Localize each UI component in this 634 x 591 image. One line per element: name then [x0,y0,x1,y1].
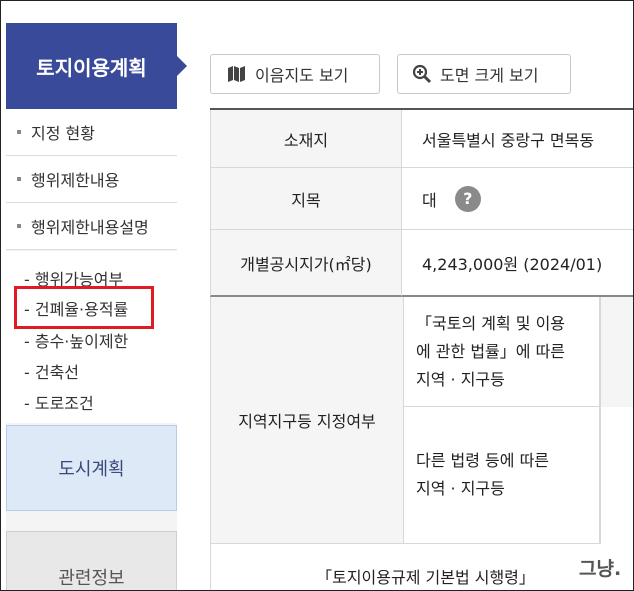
highlight-box [14,286,154,329]
zone-value-edge [600,407,633,544]
map-icon [228,66,245,82]
price-value: 4,243,000원 (2024/01) [402,230,633,297]
zone-sub-other-law: 다른 법령 등에 따른 지역 · 지구등 [404,407,600,544]
zone-label: 지역지구등 지정여부 [210,297,404,544]
location-value: 서울특별시 중랑구 면목동 [402,110,633,168]
sidebar-city-plan[interactable]: 도시계획 [6,425,177,511]
sidebar-header-arrow-icon [177,56,187,76]
zone-sub1-line1: 「국토의 계획 및 이용 [416,313,566,333]
land-category-label: 지목 [210,168,402,230]
bullet-icon [17,224,21,228]
map-view-button-label: 이음지도 보기 [255,66,349,85]
bullet-icon [17,177,21,181]
zone-value-edge [600,297,633,407]
sidebar-item-designation-status[interactable]: 지정 현황 [6,109,177,156]
zone-sub1-line3: 지역 · 지구등 [416,369,505,389]
enlarge-drawing-button[interactable]: 도면 크게 보기 [397,54,571,94]
sidebar-item-label: 행위제한내용설명 [31,218,149,237]
watermark: 그냥. [579,558,622,580]
sub-item-road-condition[interactable]: - 도로조건 [24,390,94,414]
location-label: 소재지 [210,110,402,168]
sidebar-related-info[interactable]: 관련정보 [6,531,177,590]
sidebar-item-restrictions[interactable]: 행위제한내용 [6,156,177,203]
page-frame: 토지이용계획 지정 현황 행위제한내용 행위제한내용설명 - 행위가능여부 - … [0,0,634,591]
zone-sub1-line2: 에 관한 법률」에 따른 [416,341,566,361]
zone-sub2-line1: 다른 법령 등에 따른 [416,451,550,470]
bullet-icon [17,130,21,134]
sidebar-header[interactable]: 토지이용계획 [6,23,177,109]
price-label: 개별공시지가(㎡당) [210,230,402,297]
sub-item-building-line[interactable]: - 건축선 [24,359,79,383]
enlarge-drawing-button-label: 도면 크게 보기 [440,66,539,85]
map-view-button[interactable]: 이음지도 보기 [210,54,380,94]
sidebar-item-label: 지정 현황 [31,124,95,143]
zoom-in-icon [412,64,432,84]
zone-sub-national-law: 「국토의 계획 및 이용 에 관한 법률」에 따른 지역 · 지구등 [404,297,600,407]
regulation-act-title: 「토지이용규제 기본법 시행령」 [316,568,535,587]
sub-menu: - 행위가능여부 - 건폐율·용적률 - 층수·높이제한 - 건축선 - 도로조… [6,251,177,423]
regulation-act-row: 「토지이용규제 기본법 시행령」 [210,544,633,590]
land-category-value-cell: 대 ? [402,168,633,230]
zone-sub2-line2: 지역 · 지구등 [416,479,505,498]
sidebar-item-restriction-description[interactable]: 행위제한내용설명 [6,203,177,250]
sidebar-item-label: 행위제한내용 [31,171,120,190]
help-icon[interactable]: ? [454,185,481,212]
land-info-table: 소재지 서울특별시 중랑구 면목동 지목 대 ? 개별공시지가(㎡당) 4,24… [210,108,633,590]
land-category-value: 대 [422,190,437,210]
sub-item-height-limit[interactable]: - 층수·높이제한 [24,328,128,352]
